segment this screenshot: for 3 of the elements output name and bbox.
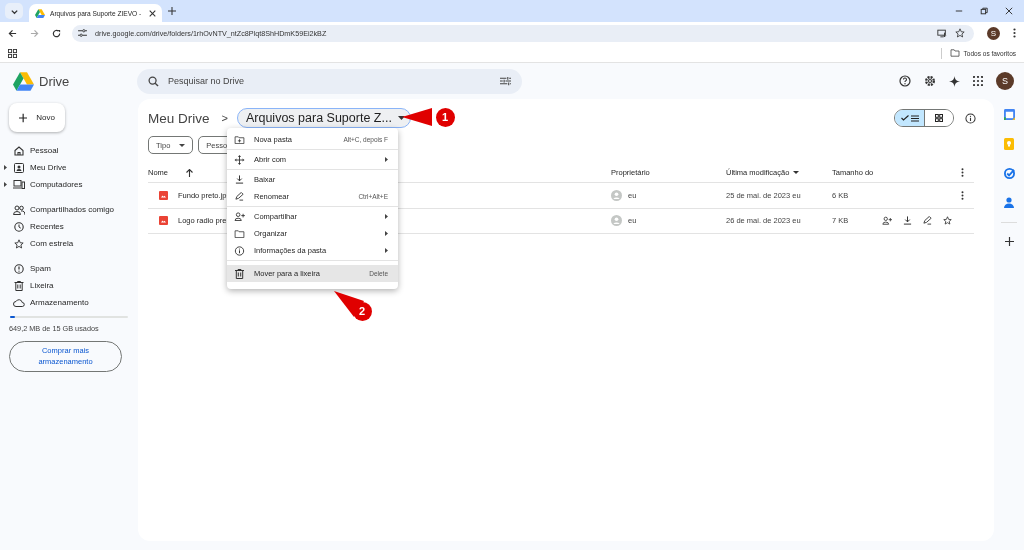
breadcrumb-separator: > — [221, 112, 228, 124]
product-name: Drive — [39, 73, 70, 89]
numbered-callout: 1 — [396, 106, 456, 128]
